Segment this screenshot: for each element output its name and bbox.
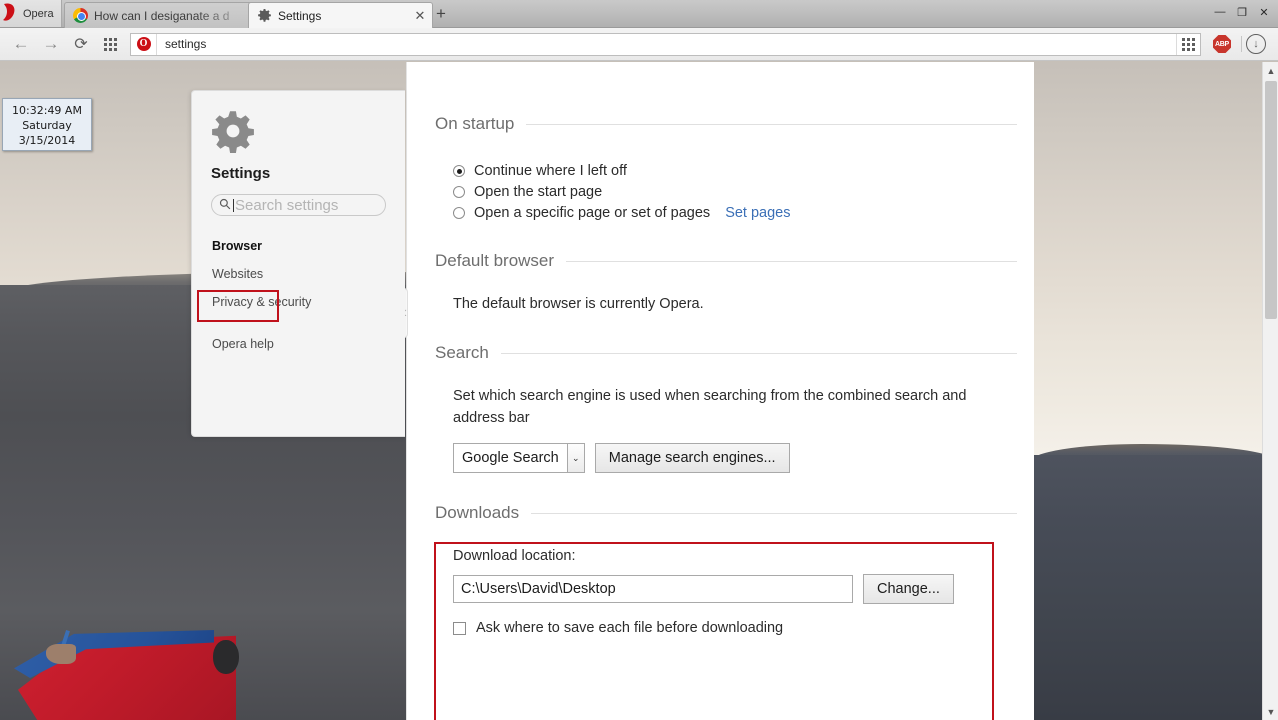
- search-body: Set which search engine is used when sea…: [435, 363, 1017, 473]
- address-opera-badge-icon: O: [131, 33, 157, 55]
- browser-tab-1[interactable]: How can I desiganate a d ✕: [64, 2, 268, 28]
- sidebar-title: Settings: [211, 165, 271, 182]
- settings-panel: On startup Continue where I left off Ope…: [406, 62, 1034, 720]
- ask-where-to-save-label: Ask where to save each file before downl…: [476, 620, 784, 636]
- search-heading: Search: [435, 343, 489, 362]
- default-browser-body: The default browser is currently Opera.: [435, 271, 1017, 315]
- startup-option-start-page[interactable]: Open the start page: [453, 184, 1017, 200]
- speed-dial-dots: [103, 37, 117, 51]
- search-placeholder-text: Search settings: [235, 196, 339, 214]
- chevron-down-icon[interactable]: ⌄: [566, 444, 584, 472]
- default-browser-status: The default browser is currently Opera.: [453, 296, 704, 312]
- radio-continue-where-left-off[interactable]: [453, 165, 465, 177]
- startup-option-continue[interactable]: Continue where I left off: [453, 163, 1017, 179]
- startup-option-1-label: Open the start page: [474, 184, 603, 200]
- address-input[interactable]: settings: [157, 37, 206, 51]
- radio-open-start-page[interactable]: [453, 186, 465, 198]
- default-browser-rule: [566, 260, 1017, 262]
- downloads-rule: [531, 512, 1017, 514]
- opera-menu-button[interactable]: Opera: [0, 0, 62, 27]
- radio-open-specific-pages[interactable]: [453, 207, 465, 219]
- gear-favicon-svg: [258, 8, 271, 22]
- on-startup-options: Continue where I left off Open the start…: [435, 134, 1017, 221]
- close-button[interactable]: ✕: [1254, 2, 1274, 22]
- minimize-button[interactable]: —: [1210, 2, 1230, 22]
- startup-option-2-label: Open a specific page or set of pages: [474, 205, 711, 221]
- opera-badge-glyph: O: [136, 37, 151, 51]
- opera-menu-label: Opera: [23, 7, 54, 20]
- change-download-location-button[interactable]: Change...: [863, 574, 954, 604]
- scrollbar-thumb[interactable]: [1265, 81, 1277, 319]
- search-engine-value: Google Search: [462, 450, 559, 466]
- forward-button[interactable]: →: [36, 31, 66, 57]
- ask-where-to-save-row[interactable]: Ask where to save each file before downl…: [453, 620, 1017, 636]
- default-browser-heading: Default browser: [435, 251, 555, 270]
- screen: 10:32:49 AM Saturday 3/15/2014 Opera How…: [0, 0, 1278, 720]
- download-location-label: Download location:: [453, 548, 576, 564]
- page-content: On startup Continue where I left off Ope…: [0, 62, 1262, 720]
- section-on-startup: On startup Continue where I left off Ope…: [435, 62, 1017, 221]
- section-downloads: Downloads Download location: C:\Users\Da…: [435, 473, 1017, 636]
- scrollbar-down-arrow-icon[interactable]: ▼: [1263, 703, 1278, 720]
- sidebar-item-privacy-security[interactable]: Privacy & security: [211, 288, 405, 316]
- restore-button[interactable]: ❐: [1232, 2, 1252, 22]
- sidebar-item-browser[interactable]: Browser: [211, 232, 405, 260]
- address-bar[interactable]: O settings: [130, 32, 1201, 56]
- default-browser-heading-row: Default browser: [435, 251, 1017, 271]
- downloads-heading-row: Downloads: [435, 503, 1017, 523]
- address-dots: [1182, 37, 1195, 51]
- browser-tab-2[interactable]: Settings ✕: [248, 2, 433, 28]
- settings-gear-favicon-icon: [257, 8, 272, 23]
- chrome-favicon-icon: [73, 8, 88, 23]
- opera-logo-icon: [2, 2, 19, 25]
- tab-1-title: How can I desiganate a d: [94, 8, 230, 23]
- scrollbar-up-arrow-icon[interactable]: ▲: [1263, 62, 1278, 79]
- manage-search-engines-button[interactable]: Manage search engines...: [594, 443, 790, 473]
- section-search: Search Set which search engine is used w…: [435, 315, 1017, 473]
- page-scrollbar[interactable]: ▲ ▼: [1262, 62, 1278, 720]
- opera-logo-svg: [3, 2, 15, 21]
- download-location-input[interactable]: C:\Users\David\Desktop: [453, 575, 853, 603]
- search-heading-row: Search: [435, 343, 1017, 363]
- search-description: Set which search engine is used when sea…: [453, 388, 967, 426]
- window-controls: — ❐ ✕: [1210, 2, 1274, 22]
- address-speed-dial-icon[interactable]: [1176, 33, 1200, 55]
- ask-where-to-save-checkbox[interactable]: [453, 621, 466, 635]
- reload-button[interactable]: ⟳: [66, 31, 96, 57]
- downloads-heading: Downloads: [435, 503, 520, 522]
- tab-2-close-icon[interactable]: ✕: [414, 8, 426, 24]
- toolbar-divider: [1241, 36, 1242, 52]
- search-engine-row: Google Search ⌄ Manage search engines...: [453, 443, 1017, 473]
- startup-option-0-label: Continue where I left off: [474, 163, 627, 179]
- sidebar-item-websites[interactable]: Websites: [211, 260, 405, 288]
- on-startup-heading: On startup: [435, 114, 515, 133]
- on-startup-heading-row: On startup: [435, 114, 1017, 134]
- search-icon-svg: [219, 198, 231, 209]
- speed-dial-icon[interactable]: [96, 31, 124, 57]
- new-tab-button[interactable]: +: [428, 4, 454, 26]
- startup-option-specific-pages[interactable]: Open a specific page or set of pages Set…: [453, 205, 1017, 221]
- downloads-body: Download location: C:\Users\David\Deskto…: [435, 523, 1017, 636]
- settings-sidebar: Settings Search settings Browser Website…: [191, 90, 405, 437]
- search-icon: [219, 198, 231, 213]
- tab-2-title: Settings: [278, 8, 322, 23]
- downloads-icon[interactable]: ↓: [1246, 34, 1266, 54]
- gear-icon-svg: [212, 111, 254, 153]
- search-rule: [500, 352, 1017, 354]
- download-location-row: C:\Users\David\Desktop Change...: [453, 574, 1017, 604]
- settings-sections: On startup Continue where I left off Ope…: [407, 62, 1035, 720]
- settings-gear-icon: [211, 109, 255, 153]
- search-text-caret: [233, 198, 234, 212]
- section-default-browser: Default browser The default browser is c…: [435, 221, 1017, 315]
- sidebar-item-opera-help[interactable]: Opera help: [211, 330, 405, 358]
- tab-strip: Opera How can I desiganate a d ✕ Setting…: [0, 0, 1278, 28]
- browser-toolbar: ← → ⟳ O settings ABP ↓: [0, 28, 1278, 61]
- search-settings-input[interactable]: Search settings: [211, 194, 386, 216]
- back-button[interactable]: ←: [6, 31, 36, 57]
- set-pages-link[interactable]: Set pages: [725, 205, 790, 221]
- adblock-plus-icon[interactable]: ABP: [1213, 35, 1231, 53]
- on-startup-rule: [526, 123, 1017, 125]
- search-engine-select[interactable]: Google Search ⌄: [453, 443, 585, 473]
